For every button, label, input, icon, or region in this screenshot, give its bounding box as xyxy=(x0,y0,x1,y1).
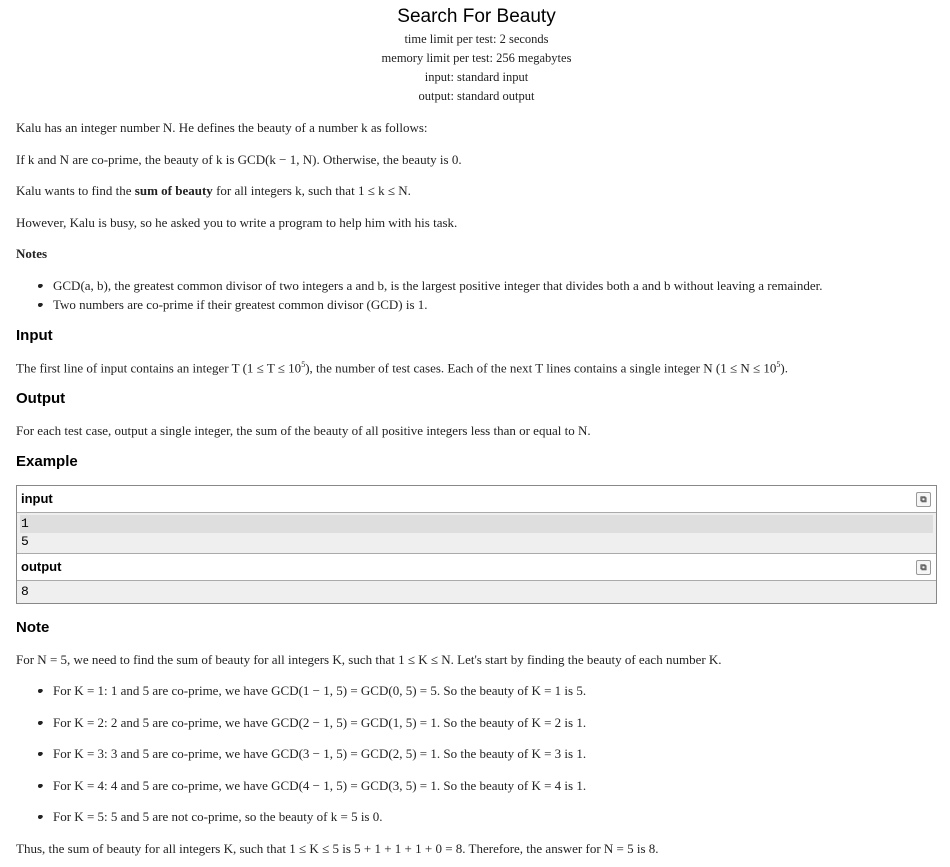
sample-input-header: input ⧉ xyxy=(17,486,936,513)
problem-title: Search For Beauty xyxy=(397,6,556,27)
note-item: For K = 2: 2 and 5 are co-prime, we have… xyxy=(39,715,586,731)
example-heading: Example xyxy=(16,453,78,470)
input-description: The first line of input contains an inte… xyxy=(16,360,788,376)
notes-item: GCD(a, b), the greatest common divisor o… xyxy=(39,278,822,294)
output-type: output: standard output xyxy=(418,89,535,103)
sample-input-box: input ⧉ 1 5 output ⧉ 8 xyxy=(16,485,937,604)
note-item: For K = 5: 5 and 5 are not co-prime, so … xyxy=(39,809,382,825)
statement-paragraph-1: Kalu has an integer number N. He defines… xyxy=(16,120,428,135)
sample-input-content: 1 5 xyxy=(17,513,936,553)
output-description: For each test case, output a single inte… xyxy=(16,423,591,438)
sum-of-beauty-bold: sum of beauty xyxy=(134,183,213,198)
memory-limit: memory limit per test: 256 megabytes xyxy=(381,51,572,65)
input-heading: Input xyxy=(16,327,53,344)
sample-input-line: 5 xyxy=(21,534,29,549)
note-heading: Note xyxy=(16,619,50,636)
sample-output-header: output ⧉ xyxy=(17,553,936,581)
statement-paragraph-4: However, Kalu is busy, so he asked you t… xyxy=(16,215,458,230)
input-type: input: standard input xyxy=(424,70,529,84)
sample-output-content: 8 xyxy=(17,581,936,603)
sample-input-line: 1 xyxy=(20,515,933,533)
note-item: For K = 4: 4 and 5 are co-prime, we have… xyxy=(39,778,586,794)
sample-input-label: input xyxy=(21,491,53,506)
copy-icon[interactable]: ⧉ xyxy=(916,560,931,575)
note-item: For K = 3: 3 and 5 are co-prime, we have… xyxy=(39,746,586,762)
output-heading: Output xyxy=(16,390,66,407)
sample-output-line: 8 xyxy=(21,584,29,599)
note-conclusion: Thus, the sum of beauty for all integers… xyxy=(16,841,659,856)
notes-item: Two numbers are co-prime if their greate… xyxy=(39,297,428,313)
notes-heading: Notes xyxy=(16,246,48,261)
copy-icon[interactable]: ⧉ xyxy=(916,492,931,507)
time-limit: time limit per test: 2 seconds xyxy=(404,32,549,46)
note-intro: For N = 5, we need to find the sum of be… xyxy=(16,652,722,667)
statement-paragraph-2: If k and N are co-prime, the beauty of k… xyxy=(16,152,462,167)
note-item: For K = 1: 1 and 5 are co-prime, we have… xyxy=(39,683,586,699)
statement-paragraph-3: Kalu wants to find the sum of beauty for… xyxy=(16,183,411,198)
sample-output-label: output xyxy=(21,559,62,574)
